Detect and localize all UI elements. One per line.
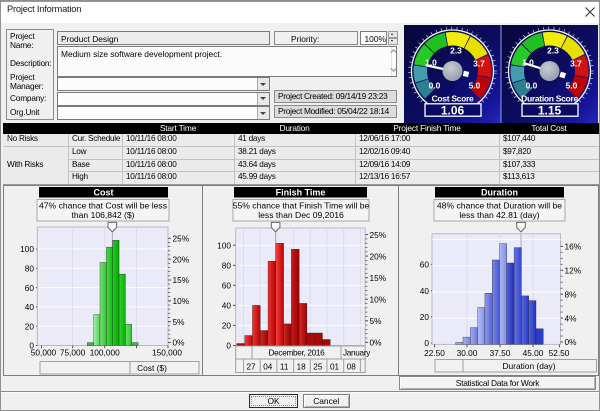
- svg-text:47% chance that Cost will be l: 47% chance that Cost will be less: [39, 200, 167, 210]
- svg-text:100,000: 100,000: [90, 347, 120, 357]
- svg-text:45.00: 45.00: [523, 348, 544, 358]
- svg-text:20: 20: [420, 312, 430, 322]
- svg-text:than 106,842 ($): than 106,842 ($): [71, 210, 134, 220]
- svg-text:22.50: 22.50: [424, 348, 445, 358]
- svg-text:5%: 5%: [370, 316, 383, 326]
- svg-text:Duration (day): Duration (day): [502, 361, 555, 371]
- svg-text:10%: 10%: [173, 296, 190, 306]
- svg-text:December, 2016: December, 2016: [269, 349, 326, 358]
- svg-text:01: 01: [330, 362, 340, 371]
- svg-text:Cost ($): Cost ($): [137, 363, 167, 373]
- svg-text:25: 25: [313, 362, 323, 371]
- svg-text:0%: 0%: [370, 338, 383, 348]
- svg-text:15%: 15%: [370, 273, 387, 283]
- svg-text:30.00: 30.00: [457, 348, 478, 358]
- svg-text:60: 60: [222, 281, 232, 291]
- svg-text:55% chance that Finish Time wi: 55% chance that Finish Time will be: [233, 200, 370, 210]
- svg-text:0.0: 0.0: [526, 81, 538, 91]
- svg-text:8%: 8%: [565, 289, 578, 299]
- svg-text:20%: 20%: [370, 251, 387, 261]
- svg-text:27: 27: [247, 362, 257, 371]
- svg-text:60: 60: [25, 283, 35, 293]
- svg-text:50,000: 50,000: [31, 347, 57, 357]
- svg-text:20%: 20%: [173, 254, 190, 264]
- svg-text:0%: 0%: [173, 338, 186, 348]
- svg-text:0%: 0%: [565, 337, 578, 347]
- svg-text:80: 80: [222, 261, 232, 271]
- svg-text:48% chance that Duration will: 48% chance that Duration will be: [437, 200, 562, 210]
- svg-text:3.7: 3.7: [473, 59, 485, 69]
- svg-text:60: 60: [420, 260, 430, 270]
- svg-text:3.7: 3.7: [570, 59, 582, 69]
- svg-text:25%: 25%: [370, 230, 387, 240]
- svg-text:40: 40: [222, 301, 232, 311]
- svg-text:100: 100: [217, 240, 231, 250]
- svg-text:40: 40: [25, 302, 35, 312]
- svg-text:16%: 16%: [565, 242, 582, 252]
- svg-text:20: 20: [25, 321, 35, 331]
- svg-text:less than Dec 09,2016: less than Dec 09,2016: [258, 210, 344, 220]
- svg-text:40: 40: [420, 286, 430, 296]
- svg-text:1.06: 1.06: [441, 103, 465, 117]
- svg-text:150,000: 150,000: [152, 347, 182, 357]
- svg-text:25%: 25%: [173, 234, 190, 244]
- svg-text:15%: 15%: [173, 275, 190, 285]
- svg-text:1.15: 1.15: [538, 103, 562, 117]
- svg-text:0: 0: [424, 338, 429, 348]
- svg-text:37.50: 37.50: [490, 348, 511, 358]
- svg-text:less than 42.81 (day): less than 42.81 (day): [459, 210, 539, 220]
- svg-text:Finish Time: Finish Time: [276, 187, 326, 197]
- svg-text:75,000: 75,000: [60, 347, 86, 357]
- svg-text:Duration Score: Duration Score: [521, 94, 578, 104]
- svg-text:January: January: [343, 349, 371, 358]
- svg-text:08: 08: [347, 362, 357, 371]
- svg-text:2.3: 2.3: [547, 46, 559, 56]
- svg-text:2.3: 2.3: [450, 46, 462, 56]
- svg-text:5.0: 5.0: [469, 81, 481, 91]
- svg-text:0.0: 0.0: [429, 81, 441, 91]
- svg-text:Cost Score: Cost Score: [432, 94, 474, 104]
- svg-text:11: 11: [280, 362, 289, 371]
- svg-text:52.50: 52.50: [549, 348, 570, 358]
- svg-text:100: 100: [20, 244, 34, 254]
- svg-text:Duration: Duration: [481, 187, 518, 197]
- svg-text:12%: 12%: [565, 266, 582, 276]
- svg-text:18: 18: [297, 362, 307, 371]
- svg-text:0: 0: [226, 341, 231, 351]
- svg-text:5.0: 5.0: [566, 81, 578, 91]
- svg-text:80: 80: [25, 264, 35, 274]
- svg-text:04: 04: [263, 362, 273, 371]
- svg-text:Cost: Cost: [94, 187, 114, 197]
- svg-text:5%: 5%: [173, 317, 186, 327]
- svg-text:4%: 4%: [565, 313, 578, 323]
- svg-text:10%: 10%: [370, 294, 387, 304]
- svg-text:20: 20: [222, 321, 232, 331]
